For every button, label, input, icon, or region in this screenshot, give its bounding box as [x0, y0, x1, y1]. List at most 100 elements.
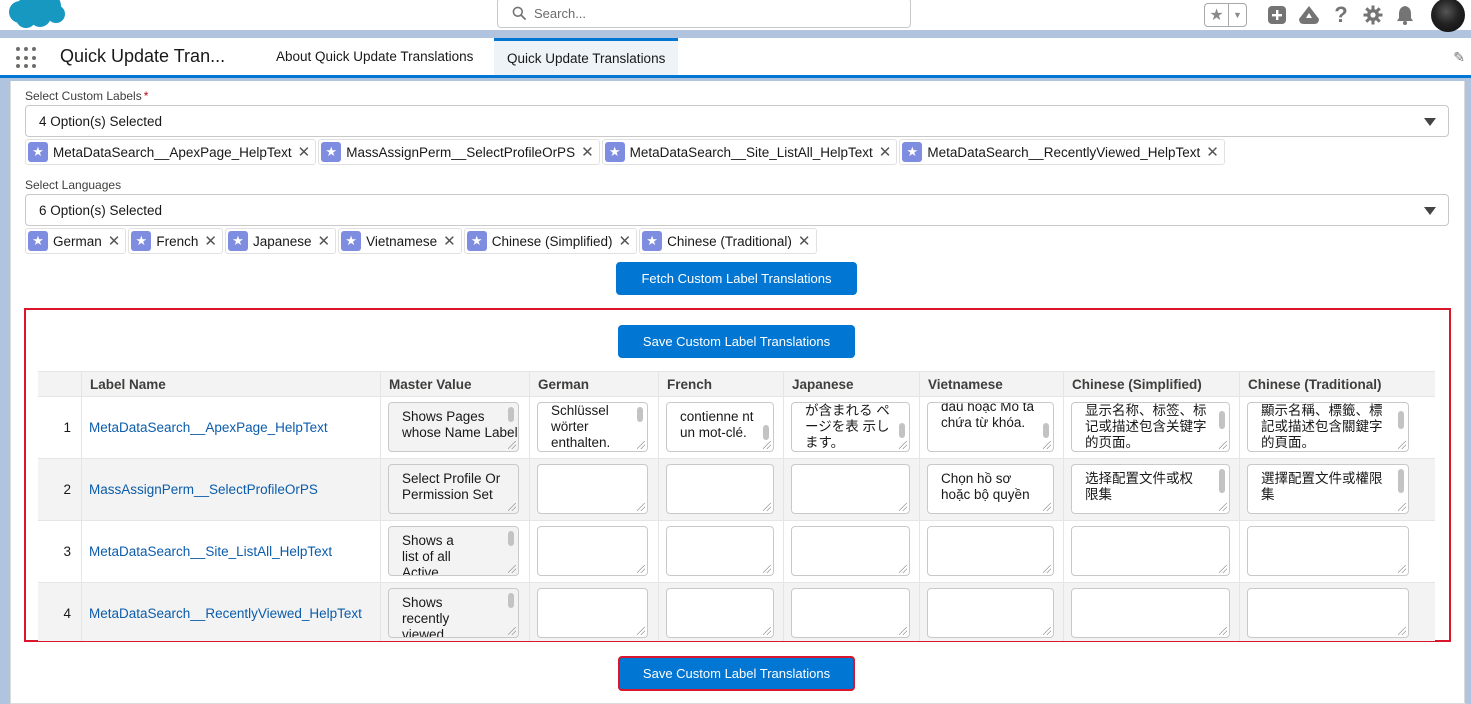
remove-pill-icon[interactable]: ✕	[1206, 145, 1219, 160]
column-header-label-name[interactable]: Label Name	[81, 372, 380, 396]
japanese-translation-textarea[interactable]: が含まれる ページを表 示します。	[791, 402, 910, 452]
dropdown-caret-icon[interactable]	[1424, 207, 1436, 215]
japanese-translation-textarea[interactable]	[791, 464, 910, 514]
german-translation-textarea[interactable]: Schlüssel wörter enthalten.	[537, 402, 648, 452]
favorite-star-icon[interactable]: ★	[1205, 4, 1229, 26]
resize-grip-icon[interactable]	[508, 441, 516, 449]
chinese-simplified-translation-textarea[interactable]	[1071, 588, 1230, 638]
textarea-scrollbar[interactable]	[1219, 411, 1225, 429]
remove-pill-icon[interactable]: ✕	[204, 234, 217, 249]
textarea-scrollbar[interactable]	[508, 593, 514, 608]
column-header-chinese-simplified[interactable]: Chinese (Simplified)	[1063, 372, 1239, 396]
chinese-traditional-translation-textarea[interactable]: 顯示名稱、標籤、標記或描述包含關鍵字的頁面。	[1247, 402, 1409, 452]
resize-grip-icon[interactable]	[899, 627, 907, 635]
textarea-scrollbar[interactable]	[1219, 469, 1225, 493]
trailhead-icon[interactable]	[1293, 0, 1325, 30]
edit-nav-pencil-icon[interactable]: ✎	[1453, 49, 1465, 66]
remove-pill-icon[interactable]: ✕	[581, 145, 594, 160]
french-translation-textarea[interactable]	[666, 588, 774, 638]
resize-grip-icon[interactable]	[899, 503, 907, 511]
textarea-scrollbar[interactable]	[1398, 411, 1404, 429]
resize-grip-icon[interactable]	[1043, 441, 1051, 449]
resize-grip-icon[interactable]	[637, 627, 645, 635]
textarea-scrollbar[interactable]	[508, 531, 514, 546]
save-translations-button-top[interactable]: Save Custom Label Translations	[618, 325, 855, 358]
resize-grip-icon[interactable]	[1398, 503, 1406, 511]
textarea-scrollbar[interactable]	[763, 425, 769, 440]
help-icon[interactable]: ?	[1325, 0, 1357, 30]
global-actions-icon[interactable]	[1261, 0, 1293, 30]
chinese-traditional-translation-textarea[interactable]	[1247, 526, 1409, 576]
textarea-scrollbar[interactable]	[1043, 423, 1049, 438]
resize-grip-icon[interactable]	[508, 503, 516, 511]
master-value-textarea[interactable]: Shows recently viewed	[388, 588, 519, 638]
resize-grip-icon[interactable]	[1398, 627, 1406, 635]
remove-pill-icon[interactable]: ✕	[298, 145, 311, 160]
resize-grip-icon[interactable]	[508, 565, 516, 573]
column-header-chinese-traditional[interactable]: Chinese (Traditional)	[1239, 372, 1435, 396]
japanese-translation-textarea[interactable]	[791, 526, 910, 576]
column-header-german[interactable]: German	[529, 372, 658, 396]
custom-label-link[interactable]: MetaDataSearch__ApexPage_HelpText	[89, 397, 328, 458]
resize-grip-icon[interactable]	[1043, 565, 1051, 573]
global-search[interactable]	[497, 0, 911, 28]
vietnamese-translation-textarea[interactable]: đầu hoặc Mô tả chứa từ khóa.	[927, 402, 1054, 452]
fetch-translations-button[interactable]: Fetch Custom Label Translations	[616, 262, 857, 295]
textarea-scrollbar[interactable]	[1398, 469, 1404, 493]
resize-grip-icon[interactable]	[763, 627, 771, 635]
master-value-textarea[interactable]: Shows Pages whose Name Label	[388, 402, 519, 452]
remove-pill-icon[interactable]: ✕	[443, 234, 456, 249]
column-header-french[interactable]: French	[658, 372, 783, 396]
tab-about-quick-update-translations[interactable]: About Quick Update Translations	[263, 38, 486, 75]
custom-label-link[interactable]: MetaDataSearch__Site_ListAll_HelpText	[89, 521, 332, 582]
notifications-bell-icon[interactable]	[1389, 0, 1421, 30]
user-avatar[interactable]	[1431, 0, 1465, 32]
resize-grip-icon[interactable]	[508, 627, 516, 635]
tab-quick-update-translations[interactable]: Quick Update Translations	[494, 38, 679, 75]
resize-grip-icon[interactable]	[1043, 503, 1051, 511]
master-value-textarea[interactable]: Shows a list of all Active, Inactive Sit…	[388, 526, 519, 576]
resize-grip-icon[interactable]	[637, 565, 645, 573]
resize-grip-icon[interactable]	[637, 441, 645, 449]
german-translation-textarea[interactable]	[537, 464, 648, 514]
setup-gear-icon[interactable]	[1357, 0, 1389, 30]
remove-pill-icon[interactable]: ✕	[798, 234, 811, 249]
resize-grip-icon[interactable]	[1398, 565, 1406, 573]
salesforce-logo[interactable]	[6, 0, 66, 32]
chinese-simplified-translation-textarea[interactable]: 选择配置文件或权限集	[1071, 464, 1230, 514]
master-value-textarea[interactable]: Select Profile Or Permission Set	[388, 464, 519, 514]
textarea-scrollbar[interactable]	[508, 407, 514, 422]
custom-label-link[interactable]: MetaDataSearch__RecentlyViewed_HelpText	[89, 583, 362, 641]
resize-grip-icon[interactable]	[899, 565, 907, 573]
dropdown-caret-icon[interactable]	[1424, 118, 1436, 126]
resize-grip-icon[interactable]	[1219, 627, 1227, 635]
vietnamese-translation-textarea[interactable]	[927, 526, 1054, 576]
textarea-scrollbar[interactable]	[899, 423, 905, 438]
chinese-traditional-translation-textarea[interactable]: 選擇配置文件或權限集	[1247, 464, 1409, 514]
resize-grip-icon[interactable]	[763, 503, 771, 511]
column-header-master-value[interactable]: Master Value	[380, 372, 529, 396]
remove-pill-icon[interactable]: ✕	[108, 234, 121, 249]
app-launcher-icon[interactable]	[16, 47, 38, 69]
resize-grip-icon[interactable]	[763, 441, 771, 449]
french-translation-textarea[interactable]	[666, 464, 774, 514]
chinese-traditional-translation-textarea[interactable]	[1247, 588, 1409, 638]
textarea-scrollbar[interactable]	[637, 407, 643, 422]
custom-label-link[interactable]: MassAssignPerm__SelectProfileOrPS	[89, 459, 318, 520]
save-translations-button-bottom[interactable]: Save Custom Label Translations	[618, 656, 855, 691]
resize-grip-icon[interactable]	[1219, 503, 1227, 511]
french-translation-textarea[interactable]	[666, 526, 774, 576]
remove-pill-icon[interactable]: ✕	[619, 234, 632, 249]
resize-grip-icon[interactable]	[1219, 441, 1227, 449]
chinese-simplified-translation-textarea[interactable]: 显示名称、标签、标记或描述包含关键字的页面。	[1071, 402, 1230, 452]
column-header-japanese[interactable]: Japanese	[783, 372, 919, 396]
remove-pill-icon[interactable]: ✕	[318, 234, 331, 249]
resize-grip-icon[interactable]	[1219, 565, 1227, 573]
column-header-vietnamese[interactable]: Vietnamese	[919, 372, 1063, 396]
resize-grip-icon[interactable]	[1043, 627, 1051, 635]
japanese-translation-textarea[interactable]	[791, 588, 910, 638]
vietnamese-translation-textarea[interactable]: Chọn hồ sơ hoặc bộ quyền	[927, 464, 1054, 514]
german-translation-textarea[interactable]	[537, 526, 648, 576]
resize-grip-icon[interactable]	[1398, 441, 1406, 449]
chinese-simplified-translation-textarea[interactable]	[1071, 526, 1230, 576]
